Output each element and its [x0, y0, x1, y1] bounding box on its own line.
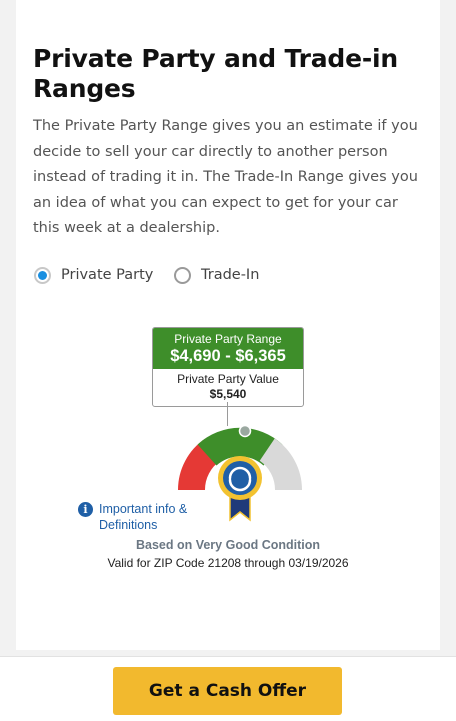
- section-title: Private Party and Trade-in Ranges: [33, 44, 398, 103]
- private-party-option[interactable]: Private Party: [34, 263, 153, 287]
- condition-text: Based on Very Good Condition: [135, 538, 321, 552]
- private-party-label: Private Party: [61, 267, 154, 283]
- section-description: The Private Party Range gives you an est…: [33, 118, 418, 236]
- important-info-link[interactable]: Important info & Definitions: [99, 501, 209, 533]
- validity-text: Valid for ZIP Code 21208 through 03/19/2…: [107, 556, 349, 570]
- range-header: Private Party Range $4,690 - $6,365: [153, 328, 303, 369]
- trade-in-option[interactable]: Trade-In: [174, 263, 259, 287]
- gauge-pointer-dot: [238, 424, 252, 438]
- sticky-footer: Get a Cash Offer: [0, 656, 456, 721]
- trade-in-radio[interactable]: [174, 266, 191, 284]
- range-label: Private Party Range: [174, 332, 282, 346]
- value-label: Private Party Value: [177, 372, 279, 386]
- get-cash-offer-button[interactable]: Get a Cash Offer: [113, 667, 342, 715]
- price-range-box: Private Party Range $4,690 - $6,365 Priv…: [152, 327, 304, 407]
- value-section: Private Party Value $5,540: [153, 369, 303, 406]
- info-icon[interactable]: i: [78, 502, 93, 517]
- value-amount: $5,540: [209, 387, 247, 401]
- ranges-card: Private Party and Trade-in Ranges The Pr…: [16, 0, 440, 650]
- private-party-radio[interactable]: [34, 266, 51, 284]
- trade-in-label: Trade-In: [201, 267, 260, 283]
- range-value: $4,690 - $6,365: [170, 347, 286, 365]
